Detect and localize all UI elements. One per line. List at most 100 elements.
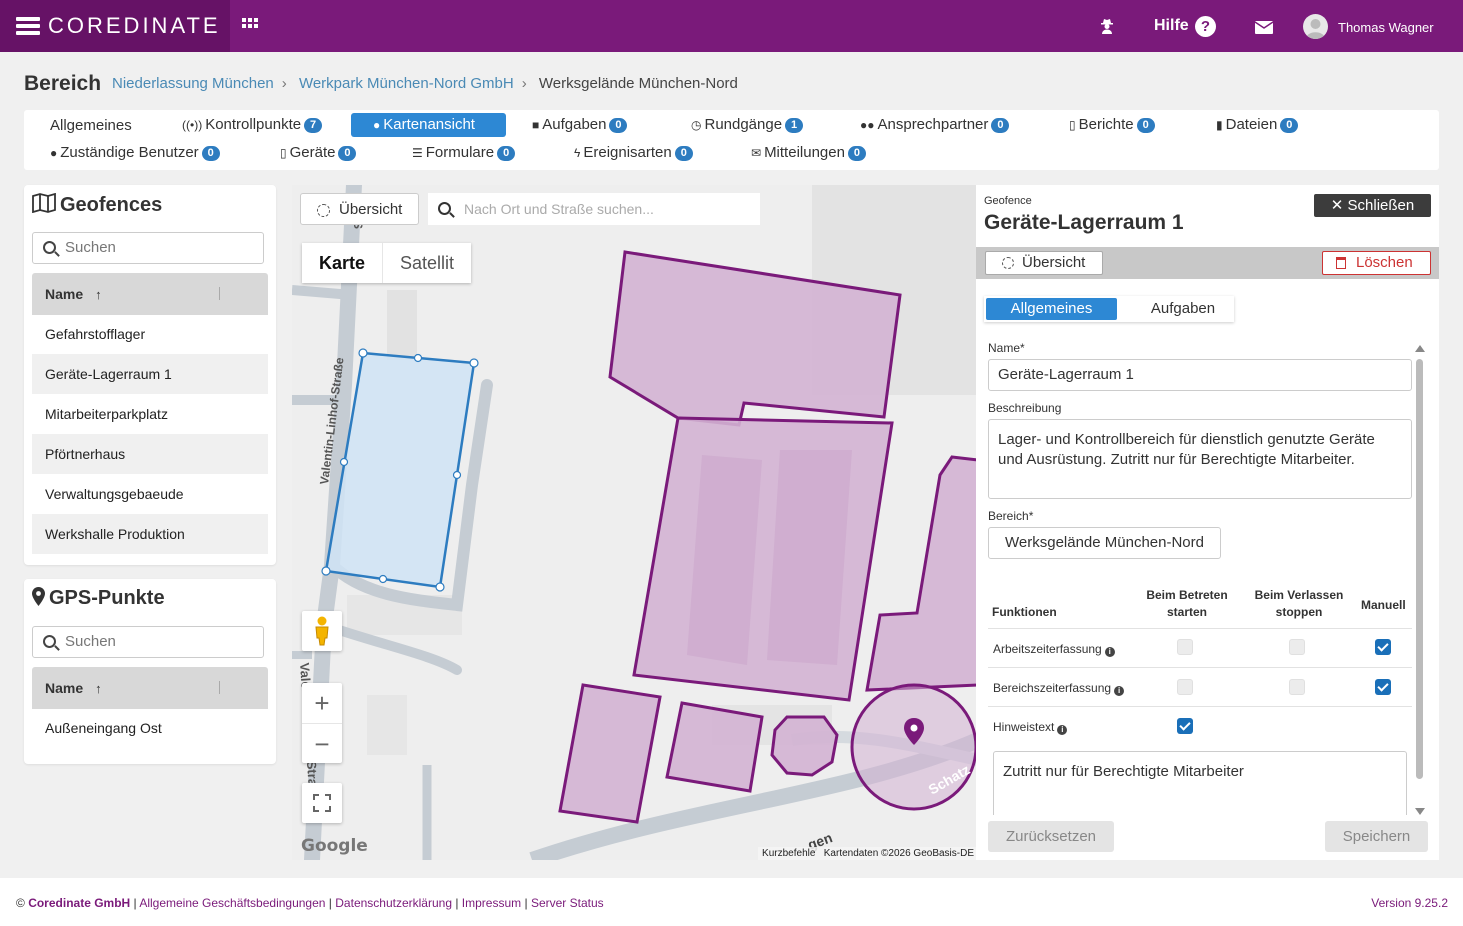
- detail-tabs: Allgemeines Aufgaben: [984, 296, 1234, 322]
- breadcrumb-item[interactable]: Niederlassung München: [112, 75, 274, 92]
- map-canvas[interactable]: Valentin-Linhof-Straße Valentin-Linhof-S…: [292, 185, 978, 860]
- tab-label: Mitteilungen: [764, 144, 845, 161]
- logo-mark-icon: [16, 17, 40, 35]
- apps-grid-icon[interactable]: [242, 18, 258, 34]
- brand-logo[interactable]: COREDINATE: [0, 0, 230, 52]
- geofences-panel: Geofences Suchen Name ↑ Gefahrstofflager …: [24, 185, 276, 565]
- breadcrumb-separator: ›: [281, 75, 287, 92]
- help-icon[interactable]: ?: [1195, 16, 1216, 37]
- help-link[interactable]: Hilfe: [1154, 17, 1189, 35]
- list-item[interactable]: Mitarbeiterparkplatz: [32, 394, 268, 434]
- manual-checkbox[interactable]: [1375, 679, 1391, 695]
- tab-dateien[interactable]: ▮ Dateien 0: [1216, 113, 1299, 137]
- leave-stop-checkbox[interactable]: [1289, 679, 1305, 695]
- list-item-selected[interactable]: Geräte-Lagerraum 1: [32, 354, 268, 394]
- list-item[interactable]: Gefahrstofflager: [32, 314, 268, 354]
- brand-name: COREDINATE: [48, 13, 221, 38]
- column-resize-handle[interactable]: [219, 681, 220, 694]
- scroll-up-arrow-icon[interactable]: [1415, 345, 1425, 352]
- info-icon[interactable]: i: [1114, 686, 1125, 696]
- gps-name-column-header[interactable]: Name ↑: [32, 667, 268, 709]
- enter-start-checkbox[interactable]: [1177, 639, 1193, 655]
- map-type-satellit[interactable]: Satellit: [382, 243, 471, 283]
- list-item[interactable]: Werkshalle Produktion: [32, 514, 268, 554]
- button-label: Übersicht: [1022, 254, 1086, 271]
- tab-allgemeines[interactable]: Allgemeines: [986, 298, 1117, 320]
- footer-link-privacy[interactable]: Datenschutzerklärung: [335, 896, 452, 910]
- reset-button[interactable]: Zurücksetzen: [988, 821, 1114, 852]
- tab-allgemeines[interactable]: Allgemeines: [50, 114, 132, 138]
- tab-aufgaben[interactable]: ■ Aufgaben 0: [532, 113, 628, 137]
- manual-checkbox[interactable]: [1375, 639, 1391, 655]
- name-field[interactable]: Geräte-Lagerraum 1: [988, 359, 1412, 391]
- tab-ereignisarten[interactable]: ϟ Ereignisarten 0: [574, 141, 693, 165]
- delete-button[interactable]: Löschen: [1322, 251, 1431, 275]
- gps-points-panel: GPS-Punkte Suchen Name ↑ Außeneingang Ost: [24, 579, 276, 764]
- user-name[interactable]: Thomas Wagner: [1338, 20, 1434, 35]
- geofence-search-input[interactable]: Suchen: [32, 232, 264, 264]
- tab-zustaendige-benutzer[interactable]: ● Zuständige Benutzer 0: [50, 141, 220, 165]
- save-button[interactable]: Speichern: [1325, 821, 1428, 852]
- close-button[interactable]: ✕ Schließen: [1314, 194, 1431, 217]
- tab-mitteilungen[interactable]: ✉ Mitteilungen 0: [751, 141, 866, 165]
- bolt-icon: ϟ: [574, 146, 581, 160]
- tab-kontrollpunkte[interactable]: ((•)) Kontrollpunkte 7: [182, 113, 323, 137]
- geofence-name-column-header[interactable]: Name ↑: [32, 273, 268, 315]
- description-field[interactable]: Lager- und Kontrollbereich für dienstlic…: [988, 419, 1412, 499]
- tab-rundgaenge[interactable]: ◷ Rundgänge 1: [691, 113, 804, 137]
- count-badge: 1: [785, 118, 804, 133]
- map-overview-button[interactable]: Übersicht: [300, 193, 419, 225]
- map-type-karte[interactable]: Karte: [302, 243, 382, 283]
- zoom-in-button[interactable]: +: [302, 683, 342, 723]
- enter-start-checkbox[interactable]: [1177, 718, 1193, 734]
- search-placeholder: Nach Ort und Straße suchen...: [464, 201, 654, 217]
- tab-ansprechpartner[interactable]: ●● Ansprechpartner 0: [860, 113, 1010, 137]
- scroll-down-arrow-icon[interactable]: [1415, 808, 1425, 815]
- tab-formulare[interactable]: ☰ Formulare 0: [412, 141, 516, 165]
- footer-link-server-status[interactable]: Server Status: [531, 896, 604, 910]
- count-badge: 0: [609, 118, 628, 133]
- form-scrollbar[interactable]: [1415, 345, 1425, 815]
- info-icon[interactable]: i: [1057, 725, 1068, 735]
- search-placeholder: Suchen: [65, 239, 116, 256]
- list-item[interactable]: Verwaltungsgebaeude: [32, 474, 268, 514]
- overview-button[interactable]: Übersicht: [985, 251, 1103, 275]
- overview-circle-icon: [317, 204, 330, 217]
- zoom-out-button[interactable]: −: [302, 723, 342, 763]
- map-data-attribution[interactable]: Kartendaten ©2026 GeoBasis-DE: [824, 848, 974, 859]
- function-label: Bereichszeiterfassung i: [993, 681, 1125, 696]
- count-badge: 0: [1280, 118, 1299, 133]
- panel-title-text: Geofences: [60, 194, 163, 216]
- footer-link-agb[interactable]: Allgemeine Geschäftsbedingungen: [139, 896, 325, 910]
- footer-link-imprint[interactable]: Impressum: [462, 896, 521, 910]
- user-secret-icon[interactable]: [1100, 18, 1114, 34]
- keyboard-shortcuts-link[interactable]: Kurzbefehle: [762, 848, 815, 859]
- close-icon: ✕: [1330, 197, 1344, 214]
- list-item[interactable]: Außeneingang Ost: [32, 708, 268, 748]
- breadcrumb-item[interactable]: Werkpark München-Nord GmbH: [299, 75, 514, 92]
- envelope-icon[interactable]: [1255, 21, 1273, 34]
- footer-company[interactable]: Coredinate GmbH: [28, 896, 130, 910]
- list-item[interactable]: Pförtnerhaus: [32, 434, 268, 474]
- leave-stop-checkbox[interactable]: [1289, 639, 1305, 655]
- name-label: Name*: [988, 341, 1025, 355]
- area-field[interactable]: Werksgelände München-Nord: [988, 527, 1221, 559]
- fullscreen-button[interactable]: [302, 783, 342, 823]
- tab-geraete[interactable]: ▯ Geräte 0: [280, 141, 357, 165]
- column-resize-handle[interactable]: [219, 287, 220, 300]
- hint-text-field[interactable]: Zutritt nur für Berechtigte Mitarbeiter: [993, 751, 1407, 815]
- info-icon[interactable]: i: [1104, 647, 1115, 657]
- gps-search-input[interactable]: Suchen: [32, 626, 264, 658]
- enter-start-checkbox[interactable]: [1177, 679, 1193, 695]
- tab-label: Rundgänge: [704, 116, 783, 133]
- map-search-input[interactable]: Nach Ort und Straße suchen...: [428, 193, 760, 225]
- geofence-detail-panel: Geofence Geräte-Lagerraum 1 ✕ Schließen …: [976, 185, 1439, 860]
- briefcase-icon: ■: [532, 118, 540, 132]
- function-row: Arbeitszeiterfassung i: [988, 628, 1412, 667]
- avatar[interactable]: [1303, 14, 1328, 39]
- tab-berichte[interactable]: ▯ Berichte 0: [1069, 113, 1155, 137]
- tab-aufgaben[interactable]: Aufgaben: [1124, 296, 1242, 322]
- street-view-pegman-icon[interactable]: [302, 611, 342, 651]
- tab-kartenansicht[interactable]: ● Kartenansicht: [351, 113, 506, 137]
- scroll-thumb[interactable]: [1416, 359, 1423, 779]
